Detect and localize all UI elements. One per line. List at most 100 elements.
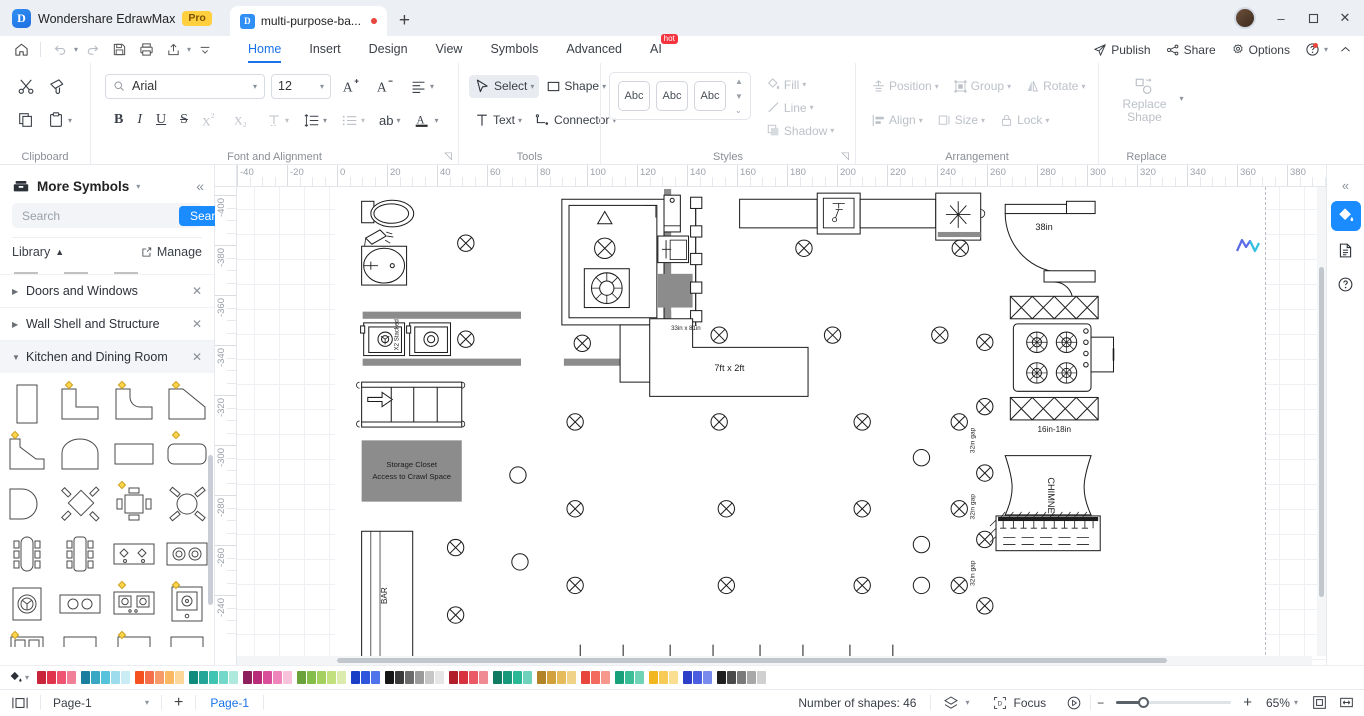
symbol-counter-corner-curve[interactable] — [161, 379, 215, 429]
color-swatch[interactable] — [717, 671, 727, 684]
color-swatch[interactable] — [659, 671, 669, 684]
color-swatch[interactable] — [337, 671, 347, 684]
symbol-cooktop-2-circle[interactable] — [54, 579, 108, 629]
color-swatch[interactable] — [469, 671, 479, 684]
symbol-counter-corner-l[interactable] — [54, 379, 108, 429]
color-swatch[interactable] — [385, 671, 395, 684]
color-swatch[interactable] — [165, 671, 175, 684]
color-swatch[interactable] — [57, 671, 67, 684]
paste-caret-icon[interactable]: ▾ — [68, 116, 72, 125]
color-swatch[interactable] — [415, 671, 425, 684]
color-swatch[interactable] — [747, 671, 757, 684]
color-swatch[interactable] — [67, 671, 77, 684]
color-swatch[interactable] — [91, 671, 101, 684]
font-family-caret-icon[interactable]: ▾ — [253, 82, 257, 91]
line-caret-icon[interactable]: ▾ — [810, 103, 814, 112]
layers-caret-icon[interactable]: ▾ — [965, 698, 969, 707]
vertical-ruler[interactable]: -400 -380 -360 -340 -320 -300 -280 -260 -240 — [215, 187, 237, 665]
tab-insert[interactable]: Insert — [295, 36, 354, 63]
style-scroll-down-icon[interactable]: ▼ — [735, 91, 743, 102]
symbol-stove-2-burner[interactable] — [107, 529, 161, 579]
format-painter-button[interactable] — [43, 74, 72, 99]
page-tab-page-1[interactable]: Page-1 — [196, 696, 263, 710]
color-swatch[interactable] — [523, 671, 533, 684]
undo-caret-icon[interactable]: ▾ — [74, 45, 78, 54]
style-gallery-scroll[interactable]: ▲ ▼ ⌄ — [732, 76, 746, 116]
color-swatch[interactable] — [513, 671, 523, 684]
color-swatch[interactable] — [101, 671, 111, 684]
replace-shape-button[interactable]: Replace Shape — [1109, 73, 1179, 124]
color-swatch[interactable] — [479, 671, 489, 684]
color-swatch[interactable] — [229, 671, 239, 684]
color-swatch[interactable] — [283, 671, 293, 684]
text-caret-icon[interactable]: ▾ — [518, 116, 522, 125]
options-button[interactable]: Options — [1225, 39, 1296, 61]
color-swatch[interactable] — [503, 671, 513, 684]
symbol-search-row[interactable]: Search — [12, 203, 240, 228]
bold-button[interactable]: B — [109, 109, 128, 131]
color-swatch[interactable] — [405, 671, 415, 684]
symbol-counter-diagonal[interactable] — [0, 429, 54, 479]
symbol-cooktop-partial-c[interactable] — [107, 629, 161, 647]
layers-button[interactable]: ▾ — [931, 690, 981, 716]
size-button[interactable]: Size ▾ — [932, 110, 990, 131]
symbol-table-oval-6-chairs-alt[interactable] — [54, 529, 108, 579]
color-swatch[interactable] — [351, 671, 361, 684]
symbol-counter-arch[interactable] — [54, 429, 108, 479]
close-category-icon-0[interactable]: ✕ — [192, 284, 202, 298]
color-swatch[interactable] — [263, 671, 273, 684]
text-wrap-button[interactable]: ab ▾ — [374, 110, 405, 131]
strikethrough-button[interactable]: S — [175, 109, 193, 131]
styles-dialog-launcher[interactable]: ◹ — [841, 151, 849, 162]
presentation-button[interactable] — [1058, 690, 1090, 716]
align-caret-icon[interactable]: ▾ — [430, 82, 434, 91]
color-swatch[interactable] — [199, 671, 209, 684]
bullet-list-button[interactable]: ▾ — [336, 109, 370, 132]
shadow-caret-icon[interactable]: ▾ — [830, 126, 834, 135]
zoom-slider-handle[interactable] — [1138, 697, 1150, 708]
select-caret-icon[interactable]: ▾ — [530, 82, 534, 91]
zoom-level[interactable]: 65% — [1258, 690, 1294, 716]
add-page-button[interactable]: + — [162, 690, 195, 716]
paste-button[interactable]: ▾ — [42, 108, 77, 132]
color-swatch[interactable] — [757, 671, 767, 684]
floorplan-drawing[interactable]: X2 Stacked Storage Closet Access to Craw… — [237, 187, 1326, 665]
close-category-icon-2[interactable]: ✕ — [192, 350, 202, 364]
zoom-out-button[interactable]: − — [1091, 690, 1110, 716]
tab-design[interactable]: Design — [355, 36, 422, 63]
color-swatch[interactable] — [121, 671, 131, 684]
manage-button[interactable]: Manage — [141, 245, 202, 259]
color-swatch[interactable] — [111, 671, 121, 684]
help-caret-icon[interactable]: ▾ — [1324, 45, 1328, 54]
collapse-ribbon-button[interactable] — [1333, 39, 1358, 61]
font-family-input[interactable] — [130, 78, 248, 94]
font-dialog-launcher[interactable]: ◹ — [444, 151, 452, 162]
focus-mode-button[interactable]: D Focus — [981, 690, 1058, 716]
color-swatch[interactable] — [47, 671, 57, 684]
line-spacing-button[interactable]: ▾ — [298, 109, 332, 132]
color-swatch[interactable] — [317, 671, 327, 684]
text-style-caret-icon[interactable]: ▾ — [285, 116, 289, 125]
color-swatch[interactable] — [601, 671, 611, 684]
color-swatch[interactable] — [145, 671, 155, 684]
color-swatch[interactable] — [693, 671, 703, 684]
document-tab[interactable]: D multi-purpose-ba... — [229, 6, 387, 36]
color-swatch[interactable] — [361, 671, 371, 684]
fit-page-button[interactable] — [1298, 690, 1335, 716]
increase-font-button[interactable]: A — [337, 74, 365, 98]
color-swatch[interactable] — [209, 671, 219, 684]
color-swatch[interactable] — [635, 671, 645, 684]
maximize-button[interactable] — [1298, 3, 1328, 33]
redo-icon[interactable] — [79, 38, 105, 61]
rotate-button[interactable]: Rotate ▾ — [1020, 76, 1090, 97]
color-swatch[interactable] — [425, 671, 435, 684]
color-swatch[interactable] — [219, 671, 229, 684]
symbol-cooktop-2-burner-gas[interactable] — [107, 579, 161, 629]
color-swatch[interactable] — [395, 671, 405, 684]
color-swatch[interactable] — [175, 671, 185, 684]
text-wrap-caret-icon[interactable]: ▾ — [396, 116, 400, 125]
palette-fill-picker[interactable]: ▾ — [4, 670, 35, 685]
tab-home[interactable]: Home — [234, 36, 295, 63]
page-layout-button[interactable] — [0, 690, 40, 716]
font-color-button[interactable]: A ▾ — [409, 108, 443, 132]
